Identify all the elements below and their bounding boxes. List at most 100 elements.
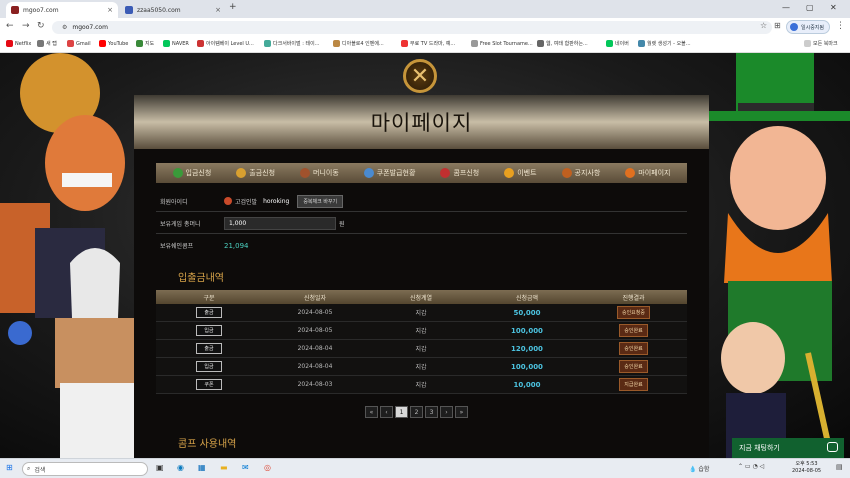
amount-cell: 100,000 bbox=[511, 362, 543, 371]
close-tab-icon[interactable]: × bbox=[215, 6, 221, 14]
bookmark-item[interactable]: 웹, 여태 합판하는... bbox=[537, 40, 588, 47]
status-badge: 승인완료 bbox=[619, 342, 648, 355]
menu-item-coupon[interactable]: 쿠폰발급현황 bbox=[363, 168, 415, 178]
amount-cell: 120,000 bbox=[511, 344, 543, 353]
table-row: 입금 2024-08-04 지갑 100,000 승인완료 bbox=[156, 358, 687, 376]
type-tag: 입금 bbox=[196, 361, 222, 372]
site-favicon-icon bbox=[11, 6, 19, 14]
windows-start-icon[interactable]: ⊞ bbox=[6, 463, 13, 472]
bookmark-item[interactable]: Free Slot Tourname... bbox=[471, 40, 533, 47]
menu-item-event[interactable]: 이벤트 bbox=[504, 168, 537, 178]
menu-item-comp[interactable]: 콤프신청 bbox=[440, 168, 479, 178]
menu-item-withdraw[interactable]: 출금신청 bbox=[236, 168, 275, 178]
bookmark-item[interactable]: Netflix bbox=[6, 40, 31, 47]
member-id-label: 회원아이디 bbox=[160, 198, 188, 206]
store-icon[interactable]: ▦ bbox=[198, 463, 206, 472]
taskbar-search[interactable]: ⌕ 검색 bbox=[22, 462, 148, 476]
bookmark-item[interactable]: NAVER bbox=[163, 40, 189, 47]
browser-tab[interactable]: zzaa5050.com × bbox=[120, 2, 226, 18]
star-icon bbox=[504, 168, 515, 178]
bookmark-item[interactable]: YouTube bbox=[99, 40, 128, 47]
close-window-icon[interactable]: ✕ bbox=[830, 3, 837, 12]
close-icon[interactable]: ✕ bbox=[403, 59, 437, 93]
back-icon[interactable]: ← bbox=[6, 21, 14, 31]
bookmark-star-icon[interactable]: ☆ bbox=[760, 21, 767, 30]
minimize-icon[interactable]: — bbox=[782, 3, 790, 12]
tab-title: zzaa5050.com bbox=[137, 6, 181, 14]
last-page-button[interactable]: » bbox=[455, 406, 468, 418]
date-cell: 2024-08-05 bbox=[297, 327, 333, 334]
column-header: 진행결과 bbox=[622, 294, 645, 302]
menu-icon[interactable]: ⋮ bbox=[836, 21, 845, 31]
task-view-icon[interactable]: ▣ bbox=[156, 463, 164, 472]
type-tag: 쿠폰 bbox=[196, 379, 222, 390]
maximize-icon[interactable]: ▢ bbox=[806, 3, 814, 12]
bookmark-item[interactable]: Gmail bbox=[67, 40, 91, 47]
file-explorer-icon[interactable]: ▬ bbox=[220, 463, 228, 472]
weather-icon: 💧 bbox=[689, 466, 697, 473]
bookmark-item[interactable]: 네이버 bbox=[606, 40, 629, 47]
site-favicon-icon bbox=[125, 6, 133, 14]
page-button[interactable]: 2 bbox=[410, 406, 423, 418]
page: mgoo7.com × zzaa5050.com × + — ▢ ✕ ← → ↻… bbox=[0, 0, 850, 478]
taskbar-clock[interactable]: 오후 5:53 2024-08-05 bbox=[792, 461, 821, 475]
close-tab-icon[interactable]: × bbox=[107, 6, 113, 14]
url-text: mgoo7.com bbox=[72, 24, 108, 31]
money-bag-icon bbox=[172, 168, 183, 178]
search-placeholder: 검색 bbox=[34, 466, 46, 474]
notification-icon[interactable]: ▤ bbox=[836, 463, 843, 471]
edge-icon[interactable]: ◉ bbox=[177, 463, 184, 472]
menu-item-mypage[interactable]: 마이페이지 bbox=[625, 168, 671, 178]
bookmark-item[interactable]: 월렛 생성기 - 오볼... bbox=[638, 40, 691, 47]
next-page-button[interactable]: › bbox=[440, 406, 453, 418]
chest-icon bbox=[300, 168, 311, 178]
clock-date: 2024-08-05 bbox=[792, 468, 822, 474]
page-button[interactable]: 1 bbox=[395, 406, 408, 418]
amount-cell: 50,000 bbox=[513, 308, 541, 317]
menu-item-notice[interactable]: 공지사항 bbox=[561, 168, 600, 178]
user-icon bbox=[625, 168, 636, 178]
apple-icon bbox=[440, 168, 451, 178]
type-tag: 입금 bbox=[196, 325, 222, 336]
bookmark-item[interactable]: 무료 TV 드라마, 예... bbox=[401, 40, 455, 47]
forward-icon[interactable]: → bbox=[22, 21, 30, 31]
new-tab-icon[interactable]: + bbox=[229, 2, 237, 12]
column-header: 신청일자 bbox=[303, 294, 327, 302]
bookmark-item[interactable]: 지도 bbox=[136, 40, 154, 47]
search-icon: ⌕ bbox=[27, 465, 31, 472]
live-chat-button[interactable]: 지금 채팅하기 bbox=[732, 438, 844, 458]
clock-time: 오후 5:53 bbox=[795, 461, 818, 467]
dup-check-button[interactable]: 중복체크 바꾸기 bbox=[297, 194, 344, 208]
balance-field[interactable]: 1,000 bbox=[224, 216, 336, 230]
column-header: 신청계열 bbox=[409, 294, 433, 302]
pagination: « ‹ 1 2 3 › » bbox=[365, 406, 470, 418]
bookmark-item[interactable]: 다크서바이벌 : 테이... bbox=[264, 40, 319, 47]
prev-page-button[interactable]: ‹ bbox=[380, 406, 393, 418]
site-info-icon[interactable]: ⚙ bbox=[62, 24, 67, 31]
mail-icon[interactable]: ✉ bbox=[242, 463, 249, 472]
page-button[interactable]: 3 bbox=[425, 406, 438, 418]
mypage-modal: 마이페이지 입금신청 출금신청 머니이동 쿠폰발급현황 콤프신청 이벤트 공지사… bbox=[134, 95, 709, 458]
comp-label: 보유쉐인콤프 bbox=[160, 243, 194, 250]
tray-icons[interactable]: ⌃ ▭ ◔ ◁ bbox=[738, 463, 764, 470]
status-badge: 승인완료 bbox=[619, 360, 648, 373]
bookmark-item[interactable]: 디아블로4 인벤에... bbox=[333, 40, 384, 47]
date-cell: 2024-08-04 bbox=[297, 363, 333, 370]
chrome-icon[interactable]: ◎ bbox=[264, 463, 271, 472]
extensions-icon[interactable]: ⊞ bbox=[774, 21, 781, 30]
member-id-row: 회원아이디 고검인발 horoking 중복체크 바꾸기 bbox=[156, 191, 687, 212]
table-row: 입금 2024-08-05 지갑 100,000 승인완료 bbox=[156, 322, 687, 340]
menu-item-money-transfer[interactable]: 머니이동 bbox=[300, 168, 339, 178]
reload-icon[interactable]: ↻ bbox=[37, 21, 45, 31]
coupon-icon bbox=[363, 168, 374, 178]
profile-button[interactable]: 일시중지됨 bbox=[786, 20, 830, 34]
all-bookmarks-item[interactable]: 모든 북마크 bbox=[804, 40, 838, 47]
menu-item-deposit[interactable]: 입금신청 bbox=[172, 168, 211, 178]
address-bar[interactable]: ⚙ mgoo7.com bbox=[52, 21, 772, 34]
bookmark-item[interactable]: 아이템베이 Level U... bbox=[197, 40, 254, 47]
first-page-button[interactable]: « bbox=[365, 406, 378, 418]
browser-tab-active[interactable]: mgoo7.com × bbox=[6, 2, 118, 18]
avatar bbox=[790, 23, 798, 31]
amount-cell: 10,000 bbox=[513, 380, 541, 389]
bookmark-item[interactable]: 새 탭 bbox=[37, 40, 57, 47]
